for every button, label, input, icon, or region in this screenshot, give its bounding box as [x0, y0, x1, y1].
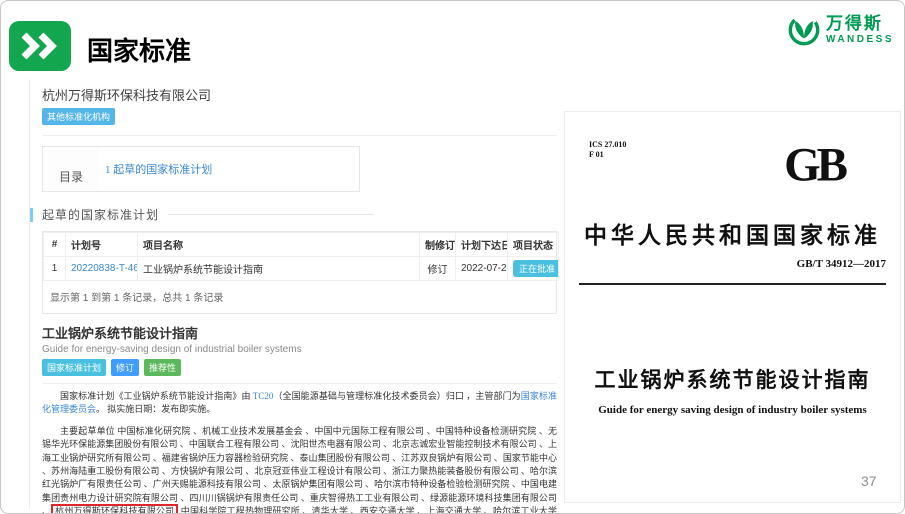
gb-standard-cover: ICS 27.010 F 01 GB 中华人民共和国国家标准 GB/T 3491…: [564, 111, 901, 503]
section-title: 起草的国家标准计划: [42, 206, 159, 223]
gb-rule-line: [579, 283, 886, 285]
col-revision-type: 制修订: [420, 233, 456, 257]
slide: 国家标准 万得斯 WANDESS 杭州万得斯环保科技有限公司 其他标准化机构 目…: [0, 0, 905, 514]
ics-code-block: ICS 27.010 F 01: [589, 140, 626, 160]
gb-doc-title: 工业锅炉系统节能设计指南: [565, 364, 900, 394]
col-status: 项目状态: [508, 233, 559, 257]
brand-name-en: WANDESS: [826, 34, 894, 45]
col-issue-date: 计划下达日期: [456, 233, 508, 257]
orgs-text: 主要起草单位 中国标准化研究院 、机械工业技术发展基金会 、中国中元国际工程有限…: [42, 426, 557, 514]
status-badge: 正在批准: [513, 260, 559, 277]
wandess-logo: 万得斯 WANDESS: [787, 13, 894, 47]
intro-paragraph: 国家标准计划《工业锅炉系统节能设计指南》由 TC20（全国能源基础与管理标准化技…: [42, 390, 557, 417]
classification-code: F 01: [589, 150, 626, 160]
cell-index: 1: [44, 257, 66, 281]
page-number: 37: [861, 473, 877, 489]
standard-subtitle-en: Guide for energy-saving design of indust…: [42, 344, 557, 355]
table-header-row: # 计划号 项目名称 制修订 计划下达日期 项目状态: [44, 233, 559, 257]
intro-text: 。 拟实施日期：发布即实施。: [96, 404, 215, 414]
standard-badges: 国家标准计划 修订 推荐性: [42, 359, 557, 376]
divider: [42, 383, 557, 384]
standard-description: 国家标准计划《工业锅炉系统节能设计指南》由 TC20（全国能源基础与管理标准化技…: [42, 390, 557, 514]
toc-panel: 目录 1 起草的国家标准计划: [42, 146, 360, 192]
badge-recommended: 推荐性: [144, 359, 181, 376]
standard-title: 工业锅炉系统节能设计指南: [42, 323, 557, 342]
drafting-orgs-paragraph: 主要起草单位 中国标准化研究院 、机械工业技术发展基金会 、中国中元国际工程有限…: [42, 425, 557, 514]
intro-text: 国家标准计划《工业锅炉系统节能设计指南》由: [60, 391, 253, 401]
tc20-link[interactable]: TC20: [253, 391, 274, 401]
plans-table-container: # 计划号 项目名称 制修订 计划下达日期 项目状态 1 20220838-T-…: [42, 231, 557, 314]
brand-name-cn: 万得斯: [826, 15, 894, 34]
toc-label: 目录: [43, 147, 99, 191]
gb-standard-code: GB/T 34912—2017: [797, 258, 886, 270]
brand-text: 万得斯 WANDESS: [826, 15, 894, 45]
section-marker: [30, 208, 33, 222]
cell-project-name: 工业锅炉系统节能设计指南: [138, 257, 420, 281]
page-title: 国家标准: [87, 31, 191, 68]
table-row: 1 20220838-T-469 工业锅炉系统节能设计指南 修订 2022-07…: [44, 257, 559, 281]
badge-national-plan: 国家标准计划: [42, 359, 106, 376]
toc-link-drafted-plans[interactable]: 1 起草的国家标准计划: [99, 147, 359, 191]
highlight-box-company: 杭州万得斯环保科技有限公司: [51, 504, 178, 514]
section-header: 起草的国家标准计划: [42, 206, 557, 223]
gb-doc-subtitle-en: Guide for energy saving design of indust…: [565, 404, 900, 416]
cell-issue-date: 2022-07-21: [456, 257, 508, 281]
double-chevron-icon: [9, 21, 71, 71]
company-name: 杭州万得斯环保科技有限公司: [42, 85, 557, 104]
gb-logo: GB: [784, 137, 844, 192]
chevron-right-icon: [19, 32, 61, 60]
table-record-summary: 显示第 1 到第 1 条记录，总共 1 条记录: [43, 281, 556, 313]
col-index: #: [44, 233, 66, 257]
wandess-leaf-icon: [787, 13, 821, 47]
plans-table: # 计划号 项目名称 制修订 计划下达日期 项目状态 1 20220838-T-…: [43, 232, 559, 281]
intro-text: （全国能源基础与管理标准化技术委员会）归口 ，主管部门为: [273, 391, 520, 401]
col-plan-no: 计划号: [66, 233, 138, 257]
badge-revision: 修订: [111, 359, 139, 376]
divider: [42, 135, 557, 136]
cell-revision-type: 修订: [420, 257, 456, 281]
gb-title-cn: 中华人民共和国国家标准: [565, 216, 900, 250]
plan-number-link[interactable]: 20220838-T-469: [71, 263, 138, 274]
col-project-name: 项目名称: [138, 233, 420, 257]
ics-code: ICS 27.010: [589, 140, 626, 150]
standards-webpage-screenshot: 杭州万得斯环保科技有限公司 其他标准化机构 目录 1 起草的国家标准计划 起草的…: [29, 79, 557, 509]
company-type-badge: 其他标准化机构: [42, 108, 115, 125]
section-line: [169, 214, 374, 215]
